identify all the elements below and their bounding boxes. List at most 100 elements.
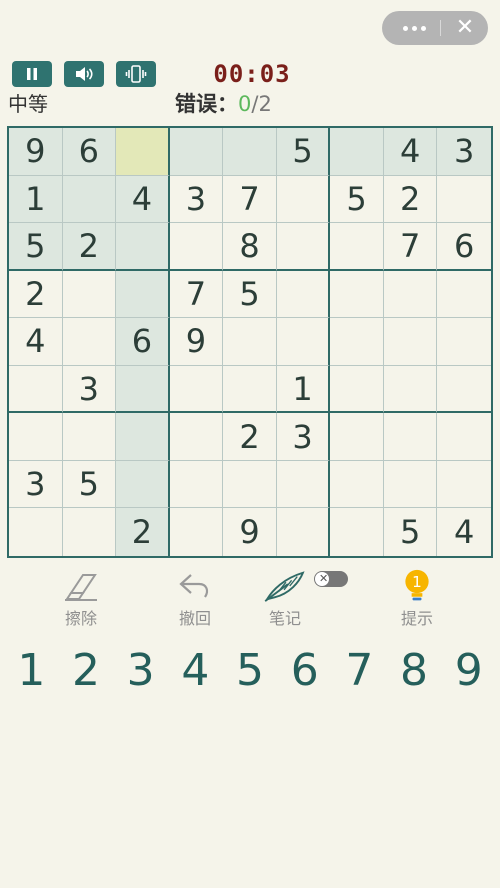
sudoku-cell[interactable]: 7	[223, 175, 277, 224]
sudoku-cell[interactable]	[223, 318, 277, 366]
sudoku-cell[interactable]	[9, 413, 63, 461]
sudoku-cell[interactable]	[330, 318, 384, 366]
sudoku-cell[interactable]	[330, 128, 384, 176]
sudoku-cell[interactable]: 8	[223, 223, 277, 271]
sudoku-cell[interactable]: 5	[9, 223, 63, 271]
sudoku-cell[interactable]	[383, 460, 438, 509]
sudoku-cell[interactable]	[330, 508, 384, 556]
sudoku-cell[interactable]: 1	[276, 365, 331, 414]
numpad-key-8[interactable]: 8	[387, 642, 442, 700]
sudoku-cell[interactable]	[116, 413, 170, 461]
sudoku-cell[interactable]: 3	[9, 460, 63, 509]
undo-button[interactable]: 撤回	[160, 569, 230, 629]
numpad-key-1[interactable]: 1	[4, 642, 59, 700]
notes-button[interactable]: 笔记	[250, 569, 320, 629]
sudoku-cell[interactable]	[170, 508, 224, 556]
sudoku-cell[interactable]: 9	[223, 508, 277, 556]
numpad-key-5[interactable]: 5	[223, 642, 278, 700]
numpad-key-2[interactable]: 2	[59, 642, 114, 700]
sudoku-cell[interactable]	[169, 413, 224, 461]
sudoku-cell[interactable]	[223, 128, 277, 176]
sudoku-cell[interactable]: 9	[169, 318, 224, 366]
sudoku-cell[interactable]	[62, 413, 117, 461]
sudoku-cell[interactable]: 2	[9, 270, 63, 319]
numpad-key-3[interactable]: 3	[113, 642, 168, 700]
sudoku-cell[interactable]: 3	[437, 128, 491, 176]
sudoku-cell[interactable]	[437, 366, 491, 414]
sudoku-cell[interactable]: 4	[437, 508, 491, 556]
sudoku-cell[interactable]	[116, 128, 170, 176]
sudoku-cell[interactable]	[223, 460, 277, 509]
sudoku-cell[interactable]	[169, 128, 224, 176]
sudoku-cell[interactable]: 5	[62, 460, 117, 509]
numpad-key-9[interactable]: 9	[441, 642, 496, 700]
sudoku-cell[interactable]: 4	[9, 318, 63, 366]
sudoku-cell[interactable]	[437, 176, 491, 224]
sudoku-cell[interactable]: 7	[383, 223, 438, 271]
sudoku-cell[interactable]	[116, 270, 170, 319]
sudoku-cell[interactable]	[63, 508, 117, 556]
sudoku-cell[interactable]: 6	[62, 128, 117, 176]
sudoku-cell[interactable]	[437, 271, 491, 319]
sudoku-cell[interactable]	[116, 365, 170, 414]
sudoku-cell[interactable]: 4	[383, 128, 438, 176]
sudoku-cell[interactable]	[276, 318, 331, 366]
close-icon[interactable]: ✕	[450, 11, 480, 45]
sudoku-cell[interactable]: 5	[276, 128, 331, 176]
numpad-key-7[interactable]: 7	[332, 642, 387, 700]
sudoku-cell[interactable]: 3	[62, 365, 117, 414]
sudoku-cell[interactable]: 7	[169, 270, 224, 319]
sudoku-cell[interactable]	[437, 318, 491, 366]
sudoku-cell[interactable]: 2	[62, 223, 117, 271]
numpad-key-4[interactable]: 4	[168, 642, 223, 700]
sudoku-cell[interactable]	[330, 365, 384, 414]
sudoku-cell[interactable]	[330, 413, 384, 461]
vibrate-button[interactable]	[116, 61, 156, 87]
sudoku-cell[interactable]: 5	[223, 270, 277, 319]
hint-button[interactable]: 1 提示	[382, 569, 452, 629]
sudoku-cell[interactable]	[276, 270, 331, 319]
sudoku-cell[interactable]: 3	[169, 175, 224, 224]
sudoku-cell[interactable]: 9	[9, 128, 63, 176]
sudoku-cell[interactable]	[276, 223, 331, 271]
notes-toggle[interactable]: ✕	[314, 571, 348, 587]
sudoku-cell[interactable]	[437, 413, 491, 461]
sudoku-cell[interactable]: 2	[223, 413, 277, 461]
sudoku-cell[interactable]: 1	[9, 175, 63, 224]
pause-button[interactable]	[12, 61, 52, 87]
numpad-key-6[interactable]: 6	[277, 642, 332, 700]
sudoku-cell[interactable]	[276, 175, 331, 224]
sudoku-cell[interactable]: 3	[276, 413, 331, 461]
sudoku-cell[interactable]	[330, 270, 384, 319]
sudoku-cell[interactable]	[169, 365, 224, 414]
sudoku-cell[interactable]	[223, 365, 277, 414]
sudoku-cell[interactable]	[276, 460, 331, 509]
sudoku-cell[interactable]: 6	[437, 223, 491, 271]
sudoku-cell[interactable]	[9, 365, 63, 414]
sudoku-cell[interactable]	[330, 460, 384, 509]
sudoku-cell[interactable]	[169, 223, 224, 271]
sudoku-cell[interactable]	[62, 175, 117, 224]
sudoku-cell[interactable]: 2	[116, 508, 170, 556]
sudoku-cell[interactable]	[116, 223, 170, 271]
more-dots-icon[interactable]	[398, 11, 430, 45]
sudoku-cell[interactable]	[116, 460, 170, 509]
sudoku-cell[interactable]: 5	[330, 175, 384, 224]
sudoku-cell[interactable]: 2	[383, 175, 438, 224]
erase-button[interactable]: 擦除	[46, 569, 116, 629]
sudoku-cell[interactable]: 4	[116, 175, 170, 224]
sudoku-cell[interactable]	[383, 365, 438, 414]
sudoku-cell[interactable]	[9, 508, 63, 556]
sudoku-cell[interactable]: 6	[116, 318, 170, 366]
sudoku-cell[interactable]	[383, 318, 438, 366]
sudoku-cell[interactable]: 5	[384, 508, 438, 556]
sudoku-cell[interactable]	[169, 460, 224, 509]
sudoku-cell[interactable]	[330, 223, 384, 271]
sudoku-cell[interactable]	[62, 270, 117, 319]
sudoku-cell[interactable]	[383, 413, 438, 461]
sudoku-cell[interactable]	[62, 318, 117, 366]
sudoku-cell[interactable]	[383, 270, 438, 319]
sudoku-cell[interactable]	[277, 508, 331, 556]
sound-button[interactable]	[64, 61, 104, 87]
sudoku-cell[interactable]	[437, 461, 491, 509]
